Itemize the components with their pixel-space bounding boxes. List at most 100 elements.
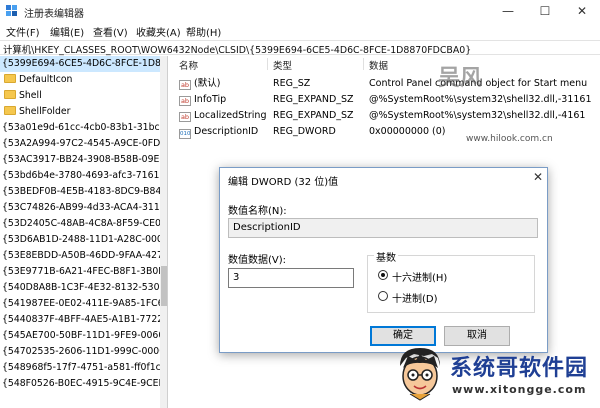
string-value-icon: ab	[179, 96, 191, 106]
radio-hexadecimal-label[interactable]: 十六进制(H)	[392, 269, 447, 284]
tree-item-label: {545AE700-50BF-11D1-9FE9-0060	[2, 330, 160, 341]
tree-item[interactable]: {548968f5-17f7-4751-a581-ff0f1c	[0, 360, 160, 376]
column-header-type[interactable]: 类型	[273, 58, 292, 72]
tree-scrollbar[interactable]	[160, 56, 167, 408]
tree-item[interactable]: {545AE700-50BF-11D1-9FE9-0060	[0, 328, 160, 344]
menu-favorites[interactable]: 收藏夹(A)	[136, 24, 181, 39]
value-data: @%SystemRoot%\system32\shell32.dll,-4161	[369, 110, 586, 121]
brand-title: 系统哥软件园	[450, 356, 589, 381]
tree-item-label: {53D2405C-48AB-4C8A-8F59-CE0	[2, 218, 160, 229]
address-bar[interactable]: 计算机\HKEY_CLASSES_ROOT\WOW6432Node\CLSID\…	[0, 40, 600, 56]
tree-item[interactable]: {53E8EBDD-A50B-46DD-9FAA-427	[0, 248, 160, 264]
dialog-close-button[interactable]: ✕	[533, 170, 543, 184]
tree-item[interactable]: {53D2405C-48AB-4C8A-8F59-CE0	[0, 216, 160, 232]
menu-edit[interactable]: 编辑(E)	[50, 24, 84, 39]
folder-icon	[4, 90, 16, 99]
string-value-icon: ab	[179, 112, 191, 122]
value-name: (默认)	[194, 78, 221, 89]
dialog-title: 编辑 DWORD (32 位)值	[228, 177, 339, 188]
tree-item[interactable]: {54702535-2606-11D1-999C-0000	[0, 344, 160, 360]
value-row[interactable]: ab LocalizedString REG_EXPAND_SZ @%System…	[169, 108, 600, 124]
tree-item[interactable]: {541987EE-0E02-411E-9A85-1FC6	[0, 296, 160, 312]
close-button[interactable]: ✕	[564, 0, 600, 22]
radio-decimal-label[interactable]: 十进制(D)	[392, 290, 438, 305]
brand-logo: 系统哥软件园 www.xitongge.com	[390, 342, 600, 408]
tree-item-shellfolder[interactable]: ShellFolder	[0, 104, 160, 120]
tree-item-label: ShellFolder	[19, 106, 71, 117]
menu-view[interactable]: 查看(V)	[93, 24, 128, 39]
tree-item-label: {541987EE-0E02-411E-9A85-1FC6	[2, 298, 160, 309]
tree-item-label: {53BEDF0B-4E5B-4183-8DC9-B84	[2, 186, 160, 197]
cartoon-mascot-icon	[400, 348, 440, 401]
registry-tree: {5399E694-6CE5-4D6C-8FCE-1D8870FDCBA0} D…	[0, 56, 168, 408]
tree-item-label: {53bd6b4e-3780-4693-afc3-7161	[2, 170, 160, 181]
radio-decimal[interactable]	[378, 291, 388, 301]
tree-item[interactable]: {53a01e9d-61cc-4cb0-83b1-31bc	[0, 120, 160, 136]
value-name: InfoTip	[194, 94, 227, 105]
tree-item[interactable]: {53C74826-AB99-4d33-ACA4-311	[0, 200, 160, 216]
tree-item[interactable]: {53E9771B-6A21-4FEC-B8F1-3B0E	[0, 264, 160, 280]
value-data: @%SystemRoot%\system32\shell32.dll,-3116…	[369, 94, 592, 105]
watermark-url: www.hilook.com.cn	[466, 134, 553, 144]
value-name-label: 数值名称(N):	[228, 206, 287, 217]
tree-item[interactable]: {53BEDF0B-4E5B-4183-8DC9-B84	[0, 184, 160, 200]
value-data-field[interactable]: 3	[228, 268, 354, 288]
column-divider[interactable]	[363, 58, 364, 70]
value-name: DescriptionID	[194, 126, 259, 137]
edit-dword-dialog: 编辑 DWORD (32 位)值 ✕ 数值名称(N): DescriptionI…	[219, 167, 548, 353]
tree-item-label: {53E9771B-6A21-4FEC-B8F1-3B0E	[2, 266, 160, 277]
folder-icon	[4, 74, 16, 83]
value-row[interactable]: ab (默认) REG_SZ Control Panel command obje…	[169, 76, 600, 92]
maximize-button[interactable]: ☐	[527, 0, 563, 22]
tree-item[interactable]: {53bd6b4e-3780-4693-afc3-7161	[0, 168, 160, 184]
tree-item-defaulticon[interactable]: DefaultIcon	[0, 72, 160, 88]
tree-item[interactable]: {5440837F-4BFF-4AE5-A1B1-7722	[0, 312, 160, 328]
tree-item[interactable]: {548F0526-B0EC-4915-9C4E-9CEE	[0, 376, 160, 392]
menu-help[interactable]: 帮助(H)	[186, 24, 221, 39]
tree-scrollbar-thumb[interactable]	[161, 266, 167, 306]
tree-item[interactable]: {53A2A994-97C2-4545-A9CE-0FD0	[0, 136, 160, 152]
brand-url: www.xitongge.com	[452, 383, 587, 396]
minimize-button[interactable]: —	[490, 0, 526, 22]
column-header-name[interactable]: 名称	[179, 58, 198, 72]
value-row[interactable]: ab InfoTip REG_EXPAND_SZ @%SystemRoot%\sy…	[169, 92, 600, 108]
binary-value-icon: 010	[179, 129, 191, 139]
tree-item-label: {540D8A8B-1C3F-4E32-8132-530F	[2, 282, 160, 293]
tree-item-label: {548968f5-17f7-4751-a581-ff0f1c	[2, 362, 160, 373]
watermark-text: 吴风	[438, 65, 483, 91]
tree-item-label: {53E8EBDD-A50B-46DD-9FAA-427	[2, 250, 160, 261]
tree-item-label: {5440837F-4BFF-4AE5-A1B1-7722	[2, 314, 160, 325]
tree-item-selected-key[interactable]: {5399E694-6CE5-4D6C-8FCE-1D8870FDCBA0}	[0, 56, 160, 72]
tree-item-label: {5399E694-6CE5-4D6C-8FCE-1D8870FDCBA0}	[2, 58, 160, 69]
tree-item-shell[interactable]: Shell	[0, 88, 160, 104]
title-bar: 注册表编辑器 — ☐ ✕	[0, 0, 600, 22]
tree-item[interactable]: {53AC3917-BB24-3908-B58B-09E0	[0, 152, 160, 168]
tree-item-label: {53A2A994-97C2-4545-A9CE-0FD0	[2, 138, 160, 149]
column-header-data[interactable]: 数据	[369, 58, 388, 72]
menu-file[interactable]: 文件(F)	[6, 24, 40, 39]
value-type: REG_DWORD	[273, 126, 336, 137]
tree-item-label: {53C74826-AB99-4d33-ACA4-311	[2, 202, 160, 213]
value-name-field[interactable]: DescriptionID	[228, 218, 538, 238]
value-data-label: 数值数据(V):	[228, 255, 287, 266]
menu-bar: 文件(F) 编辑(E) 查看(V) 收藏夹(A) 帮助(H)	[0, 22, 600, 40]
base-label: 基数	[374, 249, 398, 264]
value-type: REG_EXPAND_SZ	[273, 110, 354, 121]
tree-item-label: {53a01e9d-61cc-4cb0-83b1-31bc	[2, 122, 160, 133]
tree-item-label: {53AC3917-BB24-3908-B58B-09E0	[2, 154, 160, 165]
tree-item-label: DefaultIcon	[19, 74, 73, 85]
tree-item-label: {53D6AB1D-2488-11D1-A28C-000	[2, 234, 160, 245]
value-type: REG_SZ	[273, 78, 311, 89]
tree-item-label: {548F0526-B0EC-4915-9C4E-9CEE	[2, 378, 160, 389]
tree-item-label: Shell	[19, 90, 42, 101]
base-groupbox: 基数 十六进制(H) 十进制(D)	[367, 249, 535, 313]
value-data: Control Panel command object for Start m…	[369, 78, 588, 89]
tree-item-label: {54702535-2606-11D1-999C-0000	[2, 346, 160, 357]
window-title: 注册表编辑器	[24, 9, 84, 20]
column-divider[interactable]	[267, 58, 268, 70]
tree-item[interactable]: {540D8A8B-1C3F-4E32-8132-530F	[0, 280, 160, 296]
address-path[interactable]: 计算机\HKEY_CLASSES_ROOT\WOW6432Node\CLSID\…	[3, 42, 471, 56]
radio-hexadecimal[interactable]	[378, 270, 388, 280]
value-name: LocalizedString	[194, 110, 267, 121]
tree-item[interactable]: {53D6AB1D-2488-11D1-A28C-000	[0, 232, 160, 248]
